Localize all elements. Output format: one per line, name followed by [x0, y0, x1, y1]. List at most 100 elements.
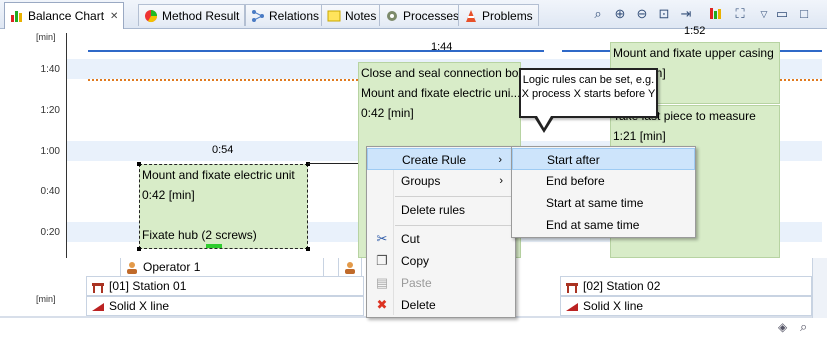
- y-tick-label: 0:40: [40, 186, 60, 197]
- tab-problems[interactable]: Problems: [458, 4, 539, 26]
- tab-notes[interactable]: Notes: [321, 4, 383, 26]
- menu-item-start-same-time[interactable]: Start at same time: [512, 192, 695, 214]
- takt-time-line: [88, 79, 358, 81]
- tag-icon[interactable]: ◈: [778, 320, 787, 334]
- crop-icon[interactable]: ⛶: [732, 6, 748, 22]
- context-menu: Create Rule › Groups › Delete rules ✂ Cu…: [366, 146, 516, 318]
- menu-item-paste: ▤ Paste: [367, 272, 515, 294]
- balance-chart-icon: [10, 9, 24, 23]
- menu-item-cut[interactable]: ✂ Cut: [367, 228, 515, 250]
- tab-method-result[interactable]: Method Result: [138, 4, 246, 26]
- tab-relations[interactable]: Relations: [245, 4, 326, 26]
- line-cell[interactable]: Solid X line: [86, 296, 364, 316]
- chevron-right-icon: ›: [498, 154, 502, 166]
- process-total-label: 0:54: [212, 144, 234, 156]
- fit-width-icon[interactable]: ⊡: [656, 6, 672, 22]
- process-title: Close and seal connection box: [361, 66, 521, 80]
- menu-separator: [395, 225, 513, 226]
- export-icon[interactable]: ⇥: [678, 6, 694, 22]
- tab-processes[interactable]: Processes: [379, 4, 466, 26]
- line-cell[interactable]: Solid X line: [560, 296, 812, 316]
- notes-icon: [327, 9, 341, 23]
- operator-cell[interactable]: O: [338, 258, 362, 278]
- menu-item-create-rule[interactable]: Create Rule ›: [367, 148, 515, 170]
- vertical-scrollbar[interactable]: [812, 258, 827, 318]
- target-time-line: [88, 50, 544, 52]
- y-tick-label: 1:40: [40, 64, 60, 75]
- tab-balance-chart[interactable]: Balance Chart ✕: [4, 2, 125, 29]
- tooltip-text: Logic rules can be set, e.g. X process X…: [521, 74, 656, 100]
- menu-item-delete[interactable]: ✖ Delete: [367, 294, 515, 316]
- menu-label: Paste: [401, 276, 432, 290]
- takt-time-line: [780, 79, 822, 81]
- menu-label: Delete: [401, 298, 436, 312]
- menu-item-end-before[interactable]: End before: [512, 170, 695, 192]
- process-title: Mount and fixate electric uni...: [361, 86, 521, 100]
- close-icon[interactable]: ✕: [110, 11, 118, 22]
- selection-handle[interactable]: [137, 247, 141, 251]
- operator-label: Operator 1: [143, 260, 201, 274]
- line-icon: [91, 300, 105, 312]
- process-total-label: 1:44: [431, 41, 453, 53]
- process-block-selected[interactable]: Mount and fixate electric unit 0:42 [min…: [139, 164, 308, 249]
- delete-icon: ✖: [376, 297, 388, 312]
- selection-handle[interactable]: [137, 162, 141, 166]
- tab-label: Relations: [269, 8, 320, 23]
- scissors-icon: ✂: [376, 231, 388, 246]
- tab-label: Processes: [403, 8, 460, 23]
- chevron-right-icon: ›: [499, 175, 503, 187]
- y-tick-label: 1:00: [40, 146, 60, 157]
- operator-icon: [343, 261, 357, 274]
- menu-label: End before: [546, 174, 605, 188]
- menu-separator: [395, 196, 513, 197]
- zoom-in-icon[interactable]: ⊕: [612, 6, 628, 22]
- warning-cone-icon: [464, 9, 478, 23]
- line-label: Solid X line: [109, 299, 170, 313]
- station-label: [01] Station 01: [109, 279, 187, 293]
- menu-label: Copy: [401, 254, 430, 268]
- resource-unit: [min]: [36, 294, 56, 304]
- view-menu-icon[interactable]: ▽: [756, 6, 772, 22]
- station-icon: [91, 280, 105, 293]
- menu-item-copy[interactable]: ❐ Copy: [367, 250, 515, 272]
- station-cell[interactable]: [02] Station 02: [560, 276, 812, 296]
- y-axis-unit: [min]: [36, 32, 56, 42]
- tab-label: Notes: [345, 8, 377, 23]
- line-icon: [565, 300, 579, 312]
- station-label: [02] Station 02: [583, 279, 661, 293]
- y-tick-label: 0:20: [40, 227, 60, 238]
- operator-label: O: [361, 260, 362, 274]
- process-total-label: 1:52: [684, 25, 706, 37]
- menu-item-groups[interactable]: Groups ›: [367, 170, 515, 192]
- menu-label: Cut: [401, 232, 420, 246]
- station-icon: [565, 280, 579, 293]
- process-title: Mount and fixate electric unit: [142, 168, 295, 182]
- operator-cell[interactable]: Operator 1: [120, 258, 324, 278]
- drag-handle[interactable]: [206, 244, 222, 248]
- relations-icon: [251, 9, 265, 23]
- zoom-out-icon[interactable]: ⊖: [634, 6, 650, 22]
- station-cell[interactable]: [01] Station 01: [86, 276, 364, 296]
- line-label: Solid X line: [583, 299, 644, 313]
- operator-icon: [125, 261, 139, 274]
- minimize-icon[interactable]: ▭: [774, 6, 790, 22]
- legend-icon[interactable]: [708, 6, 724, 22]
- menu-label: Start after: [547, 153, 600, 167]
- search-icon[interactable]: ⌕: [800, 319, 807, 335]
- tooltip-pointer-fill: [537, 116, 551, 128]
- tab-label: Balance Chart: [28, 9, 105, 23]
- menu-item-delete-rules[interactable]: Delete rules: [367, 199, 515, 221]
- paste-icon: ▤: [375, 275, 389, 290]
- selection-handle[interactable]: [306, 247, 310, 251]
- menu-label: Start at same time: [546, 196, 644, 210]
- process-time: 0:42 [min]: [142, 188, 195, 202]
- menu-item-start-after[interactable]: Start after: [512, 148, 695, 170]
- menu-item-end-same-time[interactable]: End at same time: [512, 214, 695, 236]
- rules-tooltip: Logic rules can be set, e.g. X process X…: [519, 68, 658, 118]
- process-title: Fixate hub (2 screws): [142, 228, 257, 242]
- maximize-icon[interactable]: □: [796, 6, 812, 22]
- menu-label: Groups: [401, 174, 441, 188]
- menu-label: End at same time: [546, 218, 640, 232]
- pie-chart-icon: [144, 9, 158, 23]
- zoom-fit-icon[interactable]: ⌕: [590, 6, 606, 22]
